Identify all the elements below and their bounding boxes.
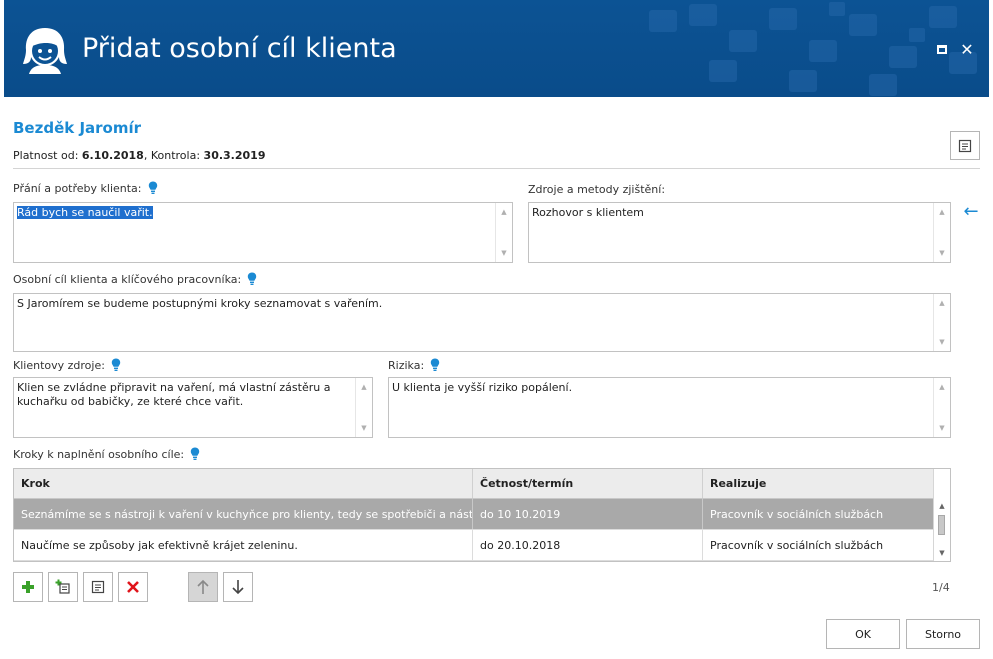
scroll-down-icon[interactable]: ▼ xyxy=(356,421,372,435)
risks-label: Rizika: xyxy=(388,358,425,372)
cell-performer: Pracovník v sociálních službách xyxy=(703,530,934,560)
goal-label-row: Osobní cíl klienta a klíčového pracovník… xyxy=(13,272,257,286)
ok-button[interactable]: OK xyxy=(826,619,900,649)
client-avatar-icon xyxy=(23,28,67,74)
resources-label: Klientovy zdroje: xyxy=(13,358,105,372)
column-header-performer[interactable]: Realizuje xyxy=(703,469,934,498)
validity-from: 6.10.2018 xyxy=(81,149,144,162)
wishes-value: Rád bych se naučil vařit. xyxy=(17,206,153,219)
scroll-up-icon[interactable]: ▲ xyxy=(356,380,372,394)
delete-icon xyxy=(127,581,139,593)
window-title: Přidat osobní cíl klienta xyxy=(82,33,397,64)
close-button[interactable]: ✕ xyxy=(958,39,976,59)
steps-grid: Krok Četnost/termín Realizuje Seznámíme … xyxy=(13,468,951,562)
validity-label: Platnost od: xyxy=(13,149,79,162)
lightbulb-icon[interactable] xyxy=(247,272,257,286)
edit-icon xyxy=(91,580,105,594)
client-name: Bezděk Jaromír xyxy=(13,119,142,137)
lightbulb-icon[interactable] xyxy=(190,447,200,461)
resources-scrollbar[interactable]: ▲ ▼ xyxy=(355,378,372,437)
scroll-thumb[interactable] xyxy=(938,515,945,535)
sources-value: Rozhovor s klientem xyxy=(532,206,644,219)
scroll-up-icon[interactable]: ▲ xyxy=(934,380,950,394)
lightbulb-icon[interactable] xyxy=(430,358,440,372)
scroll-up-icon[interactable]: ▲ xyxy=(934,296,950,310)
edit-step-button[interactable] xyxy=(83,572,113,602)
column-header-frequency[interactable]: Četnost/termín xyxy=(473,469,703,498)
cell-step: Naučíme se způsoby jak efektivně krájet … xyxy=(14,530,473,560)
cell-performer: Pracovník v sociálních službách xyxy=(703,499,934,529)
arrow-up-icon xyxy=(197,579,209,594)
sources-label-row: Zdroje a metody zjištění: xyxy=(528,183,665,196)
goal-input[interactable]: S Jaromírem se budeme postupnými kroky s… xyxy=(13,293,951,352)
grid-header: Krok Četnost/termín Realizuje xyxy=(14,469,934,499)
column-header-step[interactable]: Krok xyxy=(14,469,473,498)
titlebar-pattern xyxy=(649,2,977,96)
scroll-down-icon[interactable]: ▼ xyxy=(934,246,950,260)
resources-label-row: Klientovy zdroje: xyxy=(13,358,121,372)
check-label: Kontrola: xyxy=(150,149,201,162)
table-row[interactable]: Naučíme se způsoby jak efektivně krájet … xyxy=(14,530,934,561)
wishes-input[interactable]: Rád bych se naučil vařit. ▲ ▼ xyxy=(13,202,513,263)
cell-frequency: do 10 10.2019 xyxy=(473,499,703,529)
risks-label-row: Rizika: xyxy=(388,358,440,372)
lightbulb-icon[interactable] xyxy=(111,358,121,372)
sources-input[interactable]: Rozhovor s klientem ▲ ▼ xyxy=(528,202,951,263)
risks-scrollbar[interactable]: ▲ ▼ xyxy=(933,378,950,437)
scroll-down-icon[interactable]: ▼ xyxy=(934,421,950,435)
close-icon: ✕ xyxy=(960,39,974,59)
scroll-down-icon[interactable]: ▼ xyxy=(934,549,950,557)
scroll-up-icon[interactable]: ▲ xyxy=(934,205,950,219)
dialog-window: Přidat osobní cíl klienta ✕ Bezděk Jarom… xyxy=(0,0,993,659)
goal-scrollbar[interactable]: ▲ ▼ xyxy=(933,294,950,351)
plus-icon xyxy=(22,581,34,593)
goal-value: S Jaromírem se budeme postupnými kroky s… xyxy=(17,297,383,310)
arrow-down-icon xyxy=(232,580,244,595)
scroll-up-icon[interactable]: ▲ xyxy=(496,205,512,219)
maximize-button[interactable] xyxy=(933,40,951,58)
add-substep-button[interactable] xyxy=(48,572,78,602)
goal-label: Osobní cíl klienta a klíčového pracovník… xyxy=(13,272,242,286)
add-subitem-icon xyxy=(55,579,70,594)
wishes-scrollbar[interactable]: ▲ ▼ xyxy=(495,203,512,262)
scroll-down-icon[interactable]: ▼ xyxy=(934,335,950,349)
header-divider xyxy=(13,168,980,169)
cell-step: Seznámíme se s nástroji k vaření v kuchy… xyxy=(14,499,473,529)
move-up-button[interactable] xyxy=(188,572,218,602)
resources-input[interactable]: Klien se zvládne připravit na vaření, má… xyxy=(13,377,373,438)
scroll-up-icon[interactable]: ▲ xyxy=(934,502,950,510)
wishes-label-row: Přání a potřeby klienta: xyxy=(13,181,158,195)
check-date: 30.3.2019 xyxy=(203,149,266,162)
validity-separator: , xyxy=(143,149,151,162)
lightbulb-icon[interactable] xyxy=(148,181,158,195)
steps-label: Kroky k naplnění osobního cíle: xyxy=(13,447,185,461)
arrow-left-icon[interactable]: ← xyxy=(961,203,981,221)
cancel-button[interactable]: Storno xyxy=(906,619,980,649)
sources-scrollbar[interactable]: ▲ ▼ xyxy=(933,203,950,262)
resources-value: Klien se zvládne připravit na vaření, má… xyxy=(17,381,331,408)
validity-info: Platnost od: 6.10.2018, Kontrola: 30.3.2… xyxy=(13,149,265,162)
risks-value: U klienta je vyšší riziko popálení. xyxy=(392,381,573,394)
table-row[interactable]: Seznámíme se s nástroji k vaření v kuchy… xyxy=(14,499,934,530)
pager-indicator: 1/4 xyxy=(932,581,950,594)
move-down-button[interactable] xyxy=(223,572,253,602)
wishes-label: Přání a potřeby klienta: xyxy=(13,181,142,195)
risks-input[interactable]: U klienta je vyšší riziko popálení. ▲ ▼ xyxy=(388,377,951,438)
maximize-icon xyxy=(937,44,947,54)
delete-step-button[interactable] xyxy=(118,572,148,602)
add-step-button[interactable] xyxy=(13,572,43,602)
notes-button[interactable] xyxy=(950,131,980,160)
cell-frequency: do 20.10.2018 xyxy=(473,530,703,560)
notes-icon xyxy=(958,139,972,152)
sources-label: Zdroje a metody zjištění: xyxy=(528,183,666,196)
grid-scrollbar[interactable]: ▲ ▼ xyxy=(933,469,950,561)
scroll-down-icon[interactable]: ▼ xyxy=(496,246,512,260)
steps-label-row: Kroky k naplnění osobního cíle: xyxy=(13,447,200,461)
title-bar: Přidat osobní cíl klienta ✕ xyxy=(4,0,989,97)
